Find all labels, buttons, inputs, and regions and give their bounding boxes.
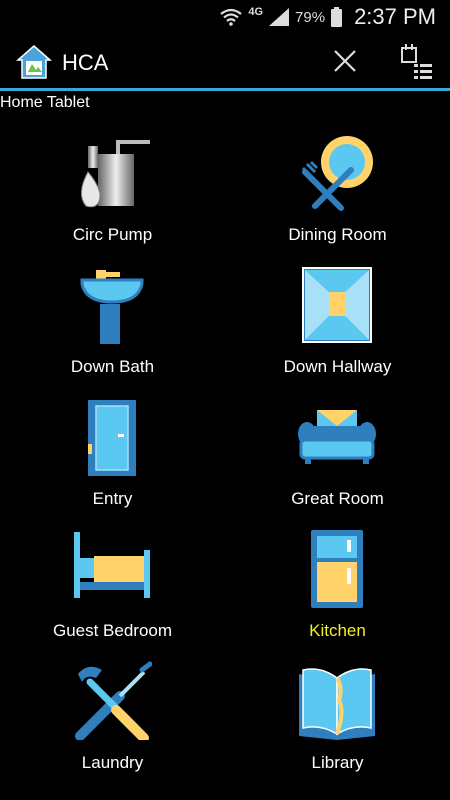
wifi-icon xyxy=(220,8,243,26)
room-tile-circ-pump[interactable]: Circ Pump xyxy=(0,128,225,260)
room-tile-guest-bedroom[interactable]: Guest Bedroom xyxy=(0,524,225,656)
dining-room-icon xyxy=(301,136,373,211)
room-tile-down-bath[interactable]: Down Bath xyxy=(0,260,225,392)
page-subtitle: Home Tablet xyxy=(0,94,90,111)
great-room-sofa-icon xyxy=(298,410,376,464)
laundry-tools-icon xyxy=(75,661,152,740)
entry-door-icon xyxy=(88,400,136,476)
app-title: HCA xyxy=(62,50,109,75)
room-label: Entry xyxy=(92,489,133,508)
status-bar: 4G 79% 2:37 PM xyxy=(0,0,450,34)
house-logo-icon[interactable] xyxy=(16,44,52,80)
status-bar-right: 4G 79% 2:37 PM xyxy=(220,4,436,30)
room-label: Laundry xyxy=(81,753,144,772)
circ-pump-icon xyxy=(81,140,150,208)
room-label: Circ Pump xyxy=(72,225,153,244)
kitchen-fridge-icon xyxy=(311,530,363,608)
room-tile-down-hallway[interactable]: Down Hallway xyxy=(225,260,450,392)
clock: 2:37 PM xyxy=(354,4,436,29)
signal-icon xyxy=(269,8,290,26)
room-label: Down Bath xyxy=(70,357,155,376)
app-bar-divider xyxy=(0,88,450,91)
room-tile-great-room[interactable]: Great Room xyxy=(225,392,450,524)
battery-percent: 79% xyxy=(295,8,326,26)
room-label: Great Room xyxy=(291,489,384,508)
library-book-icon xyxy=(299,668,375,740)
battery-icon xyxy=(331,7,343,27)
room-label-selected: Kitchen xyxy=(309,621,366,640)
room-tile-library[interactable]: Library xyxy=(225,656,450,788)
room-tile-laundry[interactable]: Laundry xyxy=(0,656,225,788)
room-tile-entry[interactable]: Entry xyxy=(0,392,225,524)
close-icon[interactable] xyxy=(330,46,360,76)
room-label: Down Hallway xyxy=(283,357,392,376)
room-label: Guest Bedroom xyxy=(52,621,173,640)
down-bath-icon xyxy=(80,270,144,344)
room-label: Dining Room xyxy=(288,225,387,244)
down-hallway-icon xyxy=(302,267,372,343)
room-label: Library xyxy=(311,753,364,772)
room-tile-kitchen[interactable]: Kitchen xyxy=(225,524,450,656)
network-type: 4G xyxy=(248,6,264,18)
guest-bedroom-bed-icon xyxy=(74,532,150,598)
room-tile-dining-room[interactable]: Dining Room xyxy=(225,128,450,260)
schedule-list-icon[interactable] xyxy=(398,42,434,80)
app-bar: HCA xyxy=(0,34,450,88)
